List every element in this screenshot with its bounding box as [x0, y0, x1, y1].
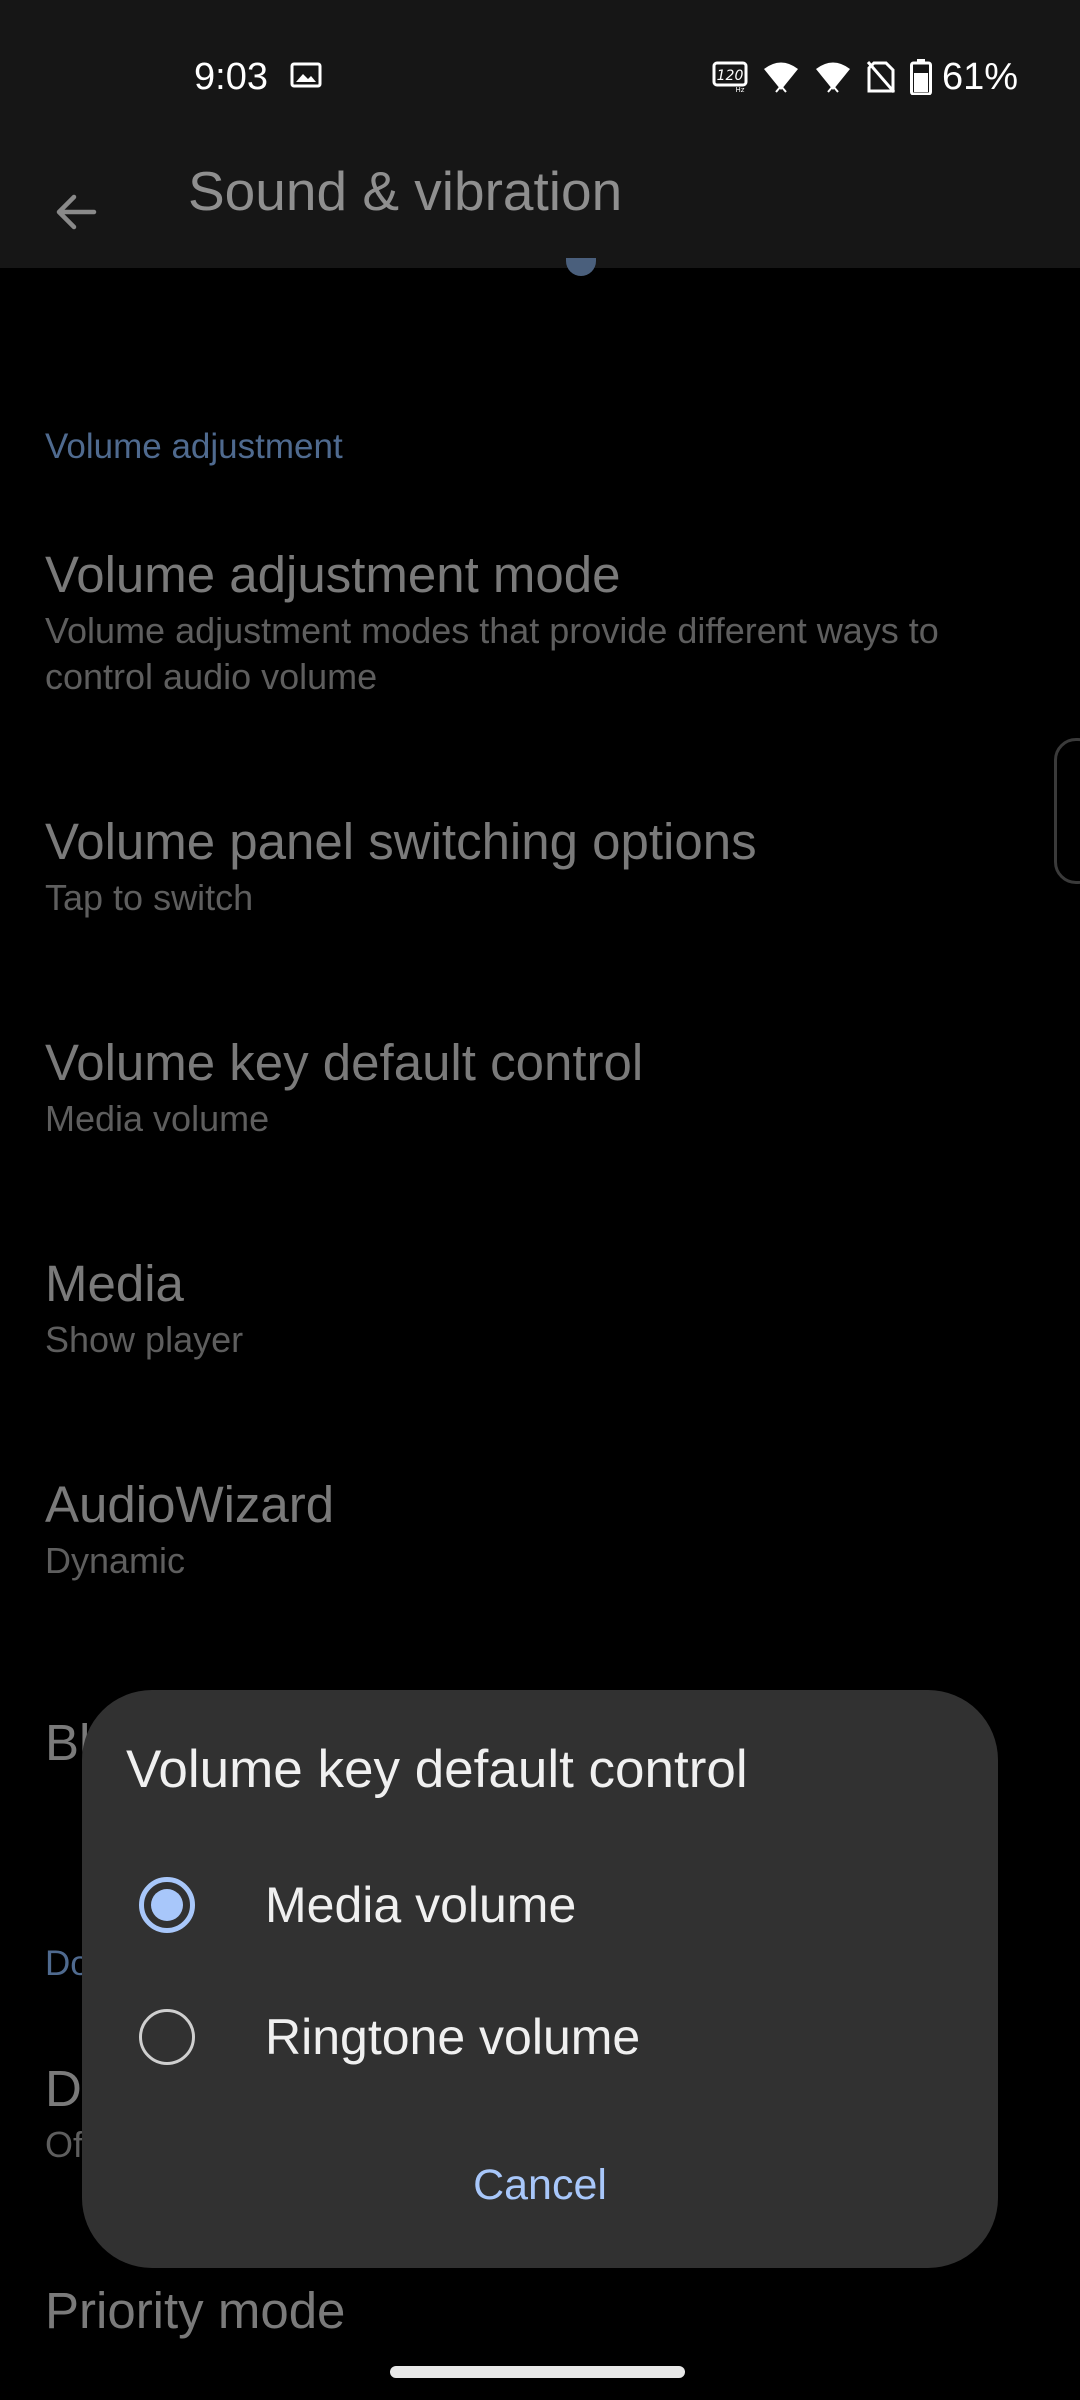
setting-title: Volume adjustment mode — [45, 546, 621, 603]
status-bar: 9:03 120 Hz 61% — [0, 0, 1080, 150]
svg-text:Hz: Hz — [735, 86, 744, 93]
setting-priority-mode[interactable]: Priority mode — [45, 2280, 1035, 2342]
scroll-indicator — [566, 258, 596, 276]
setting-volume-panel-switching[interactable]: Volume panel switching options Tap to sw… — [45, 811, 1035, 921]
option-ringtone-volume[interactable]: Ringtone volume — [82, 1972, 998, 2102]
setting-title: Priority mode — [45, 2282, 346, 2339]
battery-icon — [909, 59, 932, 95]
setting-audiowizard[interactable]: AudioWizard Dynamic — [45, 1474, 1035, 1584]
setting-title: Volume panel switching options — [45, 813, 757, 870]
page-title: Sound & vibration — [188, 160, 623, 222]
wifi-icon — [763, 62, 798, 93]
no-sim-icon — [866, 61, 896, 93]
setting-summary: Volume adjustment modes that provide dif… — [45, 610, 939, 697]
setting-summary: Tap to switch — [45, 877, 254, 918]
arrow-back-icon — [56, 194, 97, 230]
setting-volume-adjustment-mode[interactable]: Volume adjustment mode Volume adjustment… — [45, 544, 1035, 700]
setting-volume-key-default-control[interactable]: Volume key default control Media volume — [45, 1032, 1035, 1142]
battery-percentage: 61% — [941, 55, 1018, 98]
setting-title: Media — [45, 1255, 184, 1312]
section-header-volume-adjustment: Volume adjustment — [45, 427, 343, 466]
status-icons: 120 Hz 61% — [698, 52, 1018, 102]
refresh-rate-120hz-icon: 120 Hz — [712, 61, 748, 93]
setting-media[interactable]: Media Show player — [45, 1253, 1035, 1363]
radio-unselected-icon[interactable] — [139, 2009, 195, 2065]
option-label: Ringtone volume — [265, 2009, 641, 2065]
svg-text:120: 120 — [717, 68, 744, 84]
app-bar: Sound & vibration — [0, 150, 1080, 268]
radio-dot — [151, 1889, 183, 1921]
setting-summary: Media volume — [45, 1098, 270, 1139]
option-media-volume[interactable]: Media volume — [82, 1840, 998, 1970]
status-time: 9:03 — [194, 56, 268, 98]
setting-title: AudioWizard — [45, 1476, 335, 1533]
back-button[interactable] — [36, 172, 116, 252]
volume-key-dialog: Volume key default control Media volume … — [82, 1690, 998, 2268]
image-icon — [290, 62, 322, 88]
edge-panel-handle[interactable] — [1054, 738, 1080, 884]
setting-summary: Dynamic — [45, 1540, 186, 1581]
screen: 9:03 120 Hz 61% Sound & vibration Volume… — [0, 0, 1080, 2400]
option-label: Media volume — [265, 1877, 577, 1933]
wifi-icon — [815, 62, 850, 93]
dialog-title: Volume key default control — [126, 1740, 748, 1799]
setting-summary: Show player — [45, 1319, 244, 1360]
setting-title: Volume key default control — [45, 1034, 644, 1091]
radio-selected-icon[interactable] — [139, 1877, 195, 1933]
cancel-button[interactable]: Cancel — [440, 2140, 640, 2230]
gesture-nav-handle[interactable] — [390, 2366, 685, 2378]
